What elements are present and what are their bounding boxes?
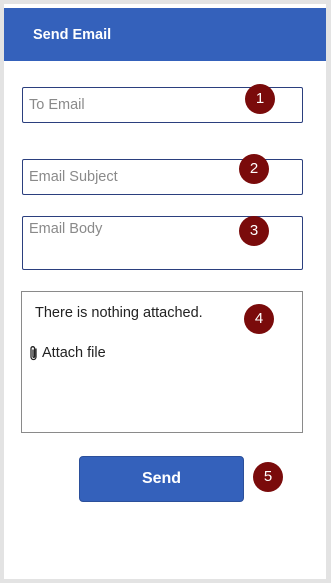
marker-badge-3: 3 bbox=[239, 216, 269, 246]
marker-badge-1: 1 bbox=[245, 84, 275, 114]
email-subject-placeholder: Email Subject bbox=[29, 169, 118, 185]
header-bar: Send Email bbox=[4, 8, 326, 61]
to-email-placeholder: To Email bbox=[29, 97, 85, 113]
marker-badge-5: 5 bbox=[253, 462, 283, 492]
send-button[interactable]: Send bbox=[79, 456, 244, 502]
attach-file-link[interactable]: Attach file bbox=[29, 344, 106, 362]
marker-badge-2: 2 bbox=[239, 154, 269, 184]
no-attachments-text: There is nothing attached. bbox=[35, 305, 203, 321]
email-body-placeholder: Email Body bbox=[29, 221, 103, 237]
marker-badge-4: 4 bbox=[244, 304, 274, 334]
page-title: Send Email bbox=[33, 27, 112, 43]
send-email-screen: Send Email To Email Email Subject Email … bbox=[4, 4, 326, 579]
attach-file-label: Attach file bbox=[42, 345, 106, 361]
paperclip-icon bbox=[29, 345, 39, 361]
